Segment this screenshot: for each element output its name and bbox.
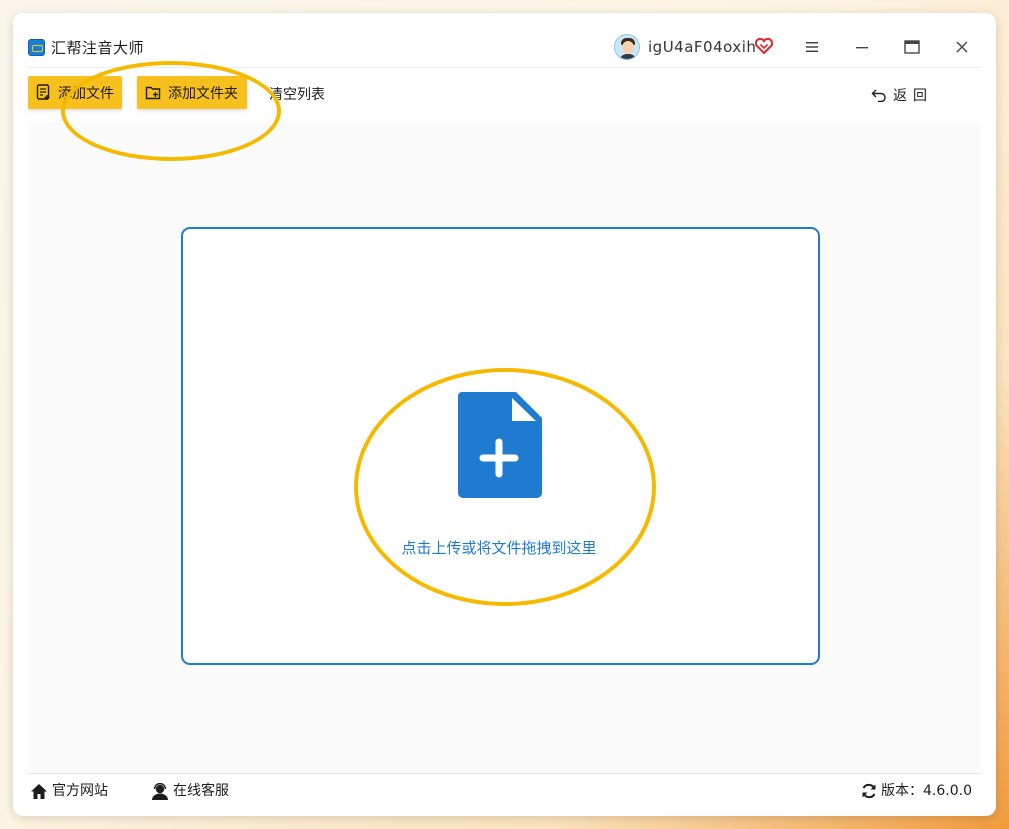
add-folder-button[interactable]: 添加文件夹 <box>137 76 247 109</box>
online-support-label: 在线客服 <box>173 783 229 799</box>
add-file-icon <box>36 84 50 100</box>
user-name[interactable]: igU4aF04oxih <box>648 37 756 57</box>
app-title: 汇帮注音大师 <box>51 39 145 57</box>
clear-list-button[interactable]: 清空列表 <box>269 86 325 104</box>
version-info[interactable]: 版本：4.6.0.0 <box>861 782 972 800</box>
dropzone-hint[interactable]: 点击上传或将文件拖拽到这里 <box>359 538 639 558</box>
footer: 官方网站 在线客服 版本：4.6.0.0 <box>13 774 996 816</box>
version-label: 版本：4.6.0.0 <box>881 783 972 799</box>
close-icon <box>956 41 968 53</box>
back-label: 返回 <box>893 88 933 104</box>
hamburger-menu-icon <box>806 42 818 52</box>
home-icon <box>31 783 47 799</box>
add-file-label: 添加文件 <box>58 85 114 102</box>
maximize-button[interactable] <box>900 35 924 59</box>
official-site-link[interactable]: 官方网站 <box>30 782 108 800</box>
close-button[interactable] <box>950 35 974 59</box>
title-bar: 汇帮注音大师 igU4aF04oxih <box>13 13 996 67</box>
online-support-link[interactable]: 在线客服 <box>151 782 229 800</box>
user-avatar[interactable] <box>614 34 640 60</box>
add-folder-icon <box>145 86 161 99</box>
minimize-button[interactable] <box>850 35 874 59</box>
back-button[interactable]: 返回 <box>871 85 933 105</box>
app-logo-icon <box>28 39 45 56</box>
official-site-label: 官方网站 <box>52 783 108 799</box>
add-file-button[interactable]: 添加文件 <box>28 76 122 109</box>
refresh-icon <box>862 783 876 799</box>
file-plus-icon[interactable] <box>458 392 542 498</box>
add-folder-label: 添加文件夹 <box>168 85 238 102</box>
toolbar: 添加文件 添加文件夹 清空列表 返回 <box>13 68 996 123</box>
menu-button[interactable] <box>800 35 824 59</box>
minimize-icon <box>856 47 868 49</box>
maximize-icon <box>904 40 920 54</box>
back-arrow-icon <box>871 89 886 102</box>
vip-heart-icon[interactable] <box>755 38 773 54</box>
user-headset-icon <box>152 782 168 800</box>
app-window: 汇帮注音大师 igU4aF04oxih 添加文件 添加文件夹 清空列表 返回 点… <box>13 13 996 816</box>
